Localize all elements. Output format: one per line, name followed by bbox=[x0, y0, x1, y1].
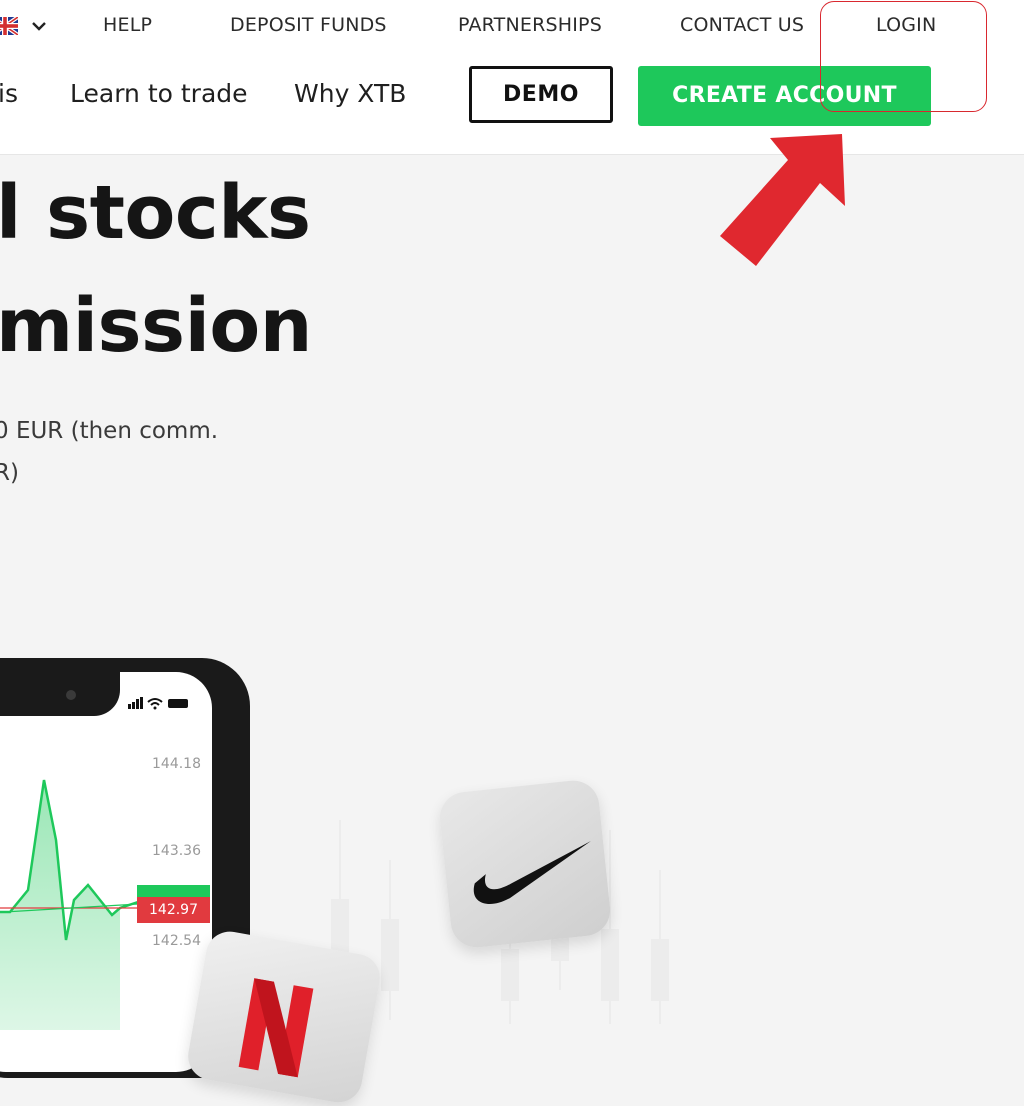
red-arrow-icon bbox=[720, 134, 845, 266]
demo-button[interactable]: DEMO bbox=[469, 66, 613, 123]
login-highlight-box bbox=[820, 1, 987, 112]
hero-title-line-2: mission bbox=[0, 283, 312, 369]
signal-wifi-battery-icon bbox=[128, 697, 188, 710]
nike-tile bbox=[437, 778, 613, 950]
nav-item-partial[interactable]: is bbox=[0, 79, 18, 108]
contact-us-link[interactable]: CONTACT US bbox=[680, 14, 804, 36]
partnerships-link[interactable]: PARTNERSHIPS bbox=[458, 14, 602, 36]
current-price-badge: 142.97 bbox=[137, 897, 210, 923]
nike-swoosh-icon bbox=[473, 840, 591, 905]
hero-subtitle-line-1: 0 EUR (then comm. bbox=[0, 418, 219, 444]
price-green-marker bbox=[137, 885, 210, 897]
nav-item-why-xtb[interactable]: Why XTB bbox=[294, 79, 406, 108]
price-tick: 142.54 bbox=[152, 933, 201, 949]
uk-flag-icon[interactable] bbox=[0, 17, 18, 35]
price-tick: 143.36 bbox=[152, 843, 201, 859]
phone-notch bbox=[0, 658, 120, 716]
chevron-down-icon[interactable] bbox=[30, 18, 48, 34]
camera-icon bbox=[66, 690, 76, 700]
deposit-funds-link[interactable]: DEPOSIT FUNDS bbox=[230, 14, 387, 36]
price-tick: 144.18 bbox=[152, 756, 201, 772]
hero-subtitle-line-2: R) bbox=[0, 460, 19, 486]
red-logo-tile bbox=[184, 927, 384, 1106]
hero-title-line-1: l stocks bbox=[0, 170, 311, 256]
nav-item-learn-to-trade[interactable]: Learn to trade bbox=[70, 79, 248, 108]
help-link[interactable]: HELP bbox=[103, 14, 152, 36]
red-logo-icon bbox=[238, 978, 314, 1078]
